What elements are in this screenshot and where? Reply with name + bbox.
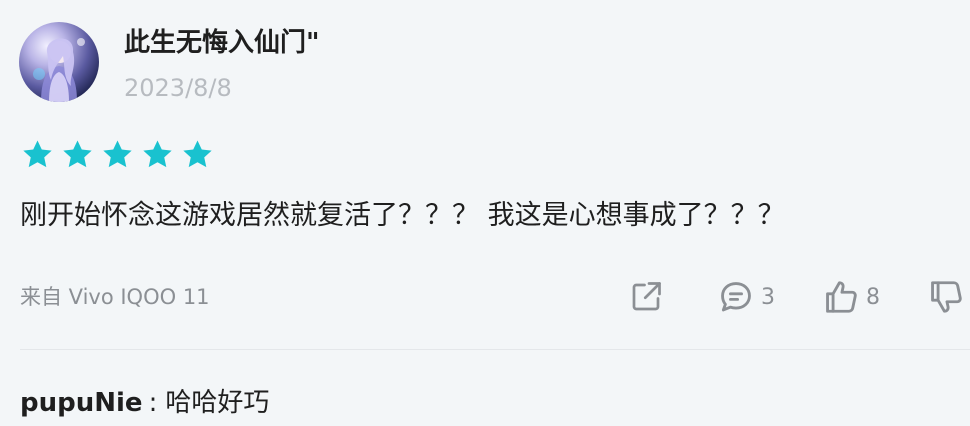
star-icon: [143, 140, 172, 168]
like-count: 8: [866, 284, 880, 310]
avatar[interactable]: [19, 22, 99, 102]
star-icon: [63, 140, 92, 168]
device-info: 来自 Vivo IQOO 11: [20, 285, 210, 309]
star-rating: [21, 138, 214, 171]
divider: [20, 349, 970, 350]
reply-username[interactable]: pupuNie: [20, 388, 143, 418]
review-content: 刚开始怀念这游戏居然就复活了？？？ 我这是心想事成了？？？: [20, 200, 785, 231]
comment-button[interactable]: 3: [717, 278, 775, 316]
like-button[interactable]: 8: [822, 278, 880, 316]
dislike-button[interactable]: [927, 278, 965, 316]
reply-text: 哈哈好巧: [165, 388, 270, 418]
review-card: 此生无悔入仙门" 2023/8/8 刚开始怀念这游戏居然就复活了？？？ 我这是心…: [0, 0, 970, 426]
comment-count: 3: [761, 284, 775, 310]
review-date: 2023/8/8: [124, 74, 232, 102]
username[interactable]: 此生无悔入仙门": [124, 26, 320, 60]
avatar-image: [33, 38, 85, 102]
star-icon: [183, 140, 212, 168]
comment-icon: [721, 282, 751, 312]
star-icon: [23, 140, 52, 168]
star-icon: [103, 140, 132, 168]
share-icon: [632, 282, 661, 311]
thumbs-down-icon: [931, 281, 962, 313]
thumbs-up-icon: [826, 281, 857, 313]
reply-separator: :: [148, 388, 158, 418]
reply-item[interactable]: pupuNie: 哈哈好巧: [20, 383, 269, 423]
share-button[interactable]: [628, 278, 664, 316]
